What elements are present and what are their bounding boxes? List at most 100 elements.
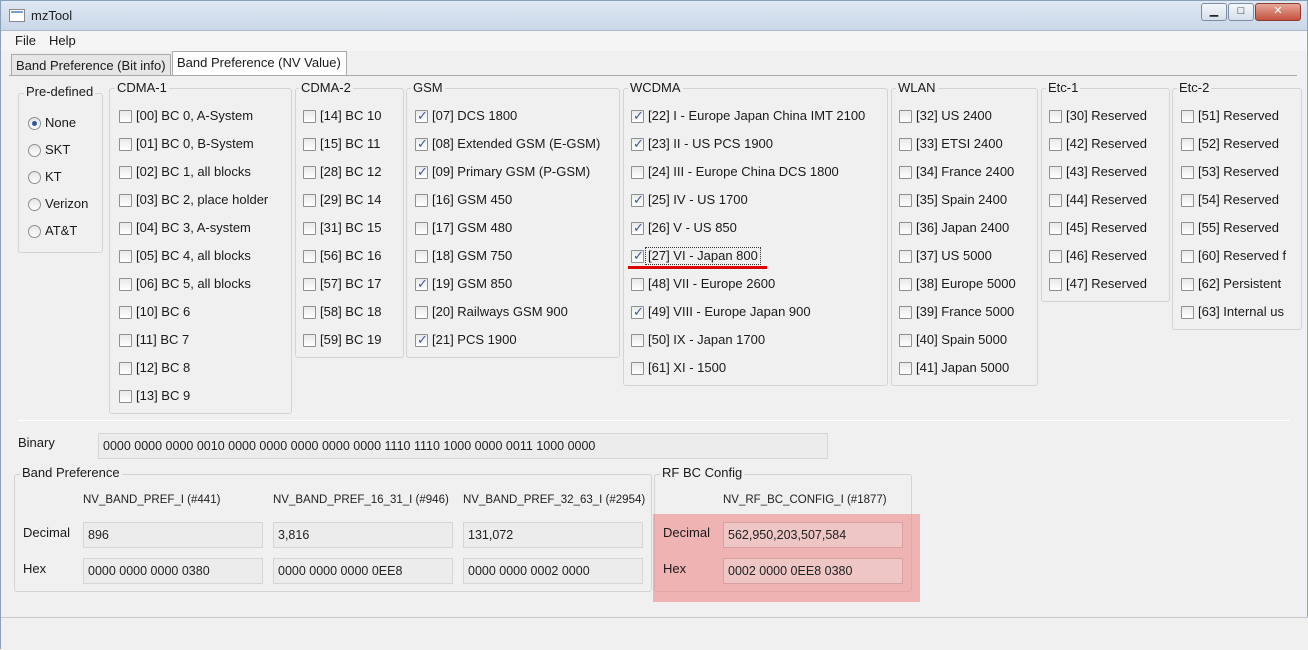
checkbox-label: [53] Reserved: [1198, 164, 1279, 179]
checkbox[interactable]: [1049, 166, 1062, 179]
band-preference-title: Band Preference: [20, 465, 122, 480]
minimize-button[interactable]: ▁: [1201, 3, 1227, 21]
checkbox-label: [22] I - Europe Japan China IMT 2100: [648, 108, 866, 123]
checkbox[interactable]: [899, 166, 912, 179]
checkbox[interactable]: [415, 194, 428, 207]
checkbox-label: [34] France 2400: [916, 164, 1015, 179]
checkbox[interactable]: [631, 108, 644, 124]
checkbox[interactable]: [303, 138, 316, 151]
checkbox[interactable]: [1049, 194, 1062, 207]
checkbox[interactable]: [119, 166, 132, 179]
checkbox[interactable]: [899, 194, 912, 207]
checkbox[interactable]: [415, 306, 428, 319]
checkbox[interactable]: [631, 220, 644, 236]
checkbox[interactable]: [303, 166, 316, 179]
checkbox[interactable]: [1049, 250, 1062, 263]
checkbox[interactable]: [1181, 278, 1194, 291]
menu-help[interactable]: Help: [49, 33, 76, 48]
checkbox[interactable]: [631, 166, 644, 179]
checkbox-label: [09] Primary GSM (P-GSM): [432, 164, 591, 179]
checkbox[interactable]: [899, 222, 912, 235]
checkbox[interactable]: [899, 138, 912, 151]
checkbox[interactable]: [415, 332, 428, 348]
checkbox[interactable]: [1181, 138, 1194, 151]
checkbox-label: [31] BC 15: [320, 220, 382, 235]
radio-button[interactable]: [28, 144, 41, 157]
checkbox[interactable]: [1181, 306, 1194, 319]
checkbox[interactable]: [415, 108, 428, 124]
checkbox[interactable]: [631, 304, 644, 320]
checkbox[interactable]: [1049, 222, 1062, 235]
menu-file[interactable]: File: [15, 33, 36, 48]
radio-button[interactable]: [28, 117, 41, 130]
checkbox[interactable]: [899, 278, 912, 291]
checkbox[interactable]: [119, 306, 132, 319]
checkbox[interactable]: [1181, 166, 1194, 179]
rf-bc-hex-field[interactable]: 0002 0000 0EE8 0380: [723, 558, 903, 584]
checkbox[interactable]: [631, 192, 644, 208]
status-bar: [1, 617, 1308, 650]
checkbox[interactable]: [899, 306, 912, 319]
radio-button[interactable]: [28, 225, 41, 238]
hex-label: Hex: [23, 561, 47, 576]
checkbox[interactable]: [1049, 278, 1062, 291]
checkbox[interactable]: [899, 250, 912, 263]
checkbox[interactable]: [415, 136, 428, 152]
checkbox[interactable]: [303, 250, 316, 263]
checkbox-label: [46] Reserved: [1066, 248, 1147, 263]
checkbox-label: [47] Reserved: [1066, 276, 1147, 291]
checkbox[interactable]: [1049, 138, 1062, 151]
band-pref-32-63-hex-field[interactable]: 0000 0000 0002 0000: [463, 558, 643, 584]
band-pref-16-31-hex-field[interactable]: 0000 0000 0000 0EE8: [273, 558, 453, 584]
band-pref-hex-field[interactable]: 0000 0000 0000 0380: [83, 558, 263, 584]
checkbox[interactable]: [1181, 194, 1194, 207]
radio-label: AT&T: [45, 223, 78, 238]
checkbox[interactable]: [899, 110, 912, 123]
radio-button[interactable]: [28, 171, 41, 184]
checkbox[interactable]: [119, 278, 132, 291]
checkbox[interactable]: [415, 250, 428, 263]
checkbox[interactable]: [119, 110, 132, 123]
checkbox-label: [39] France 5000: [916, 304, 1015, 319]
checkbox-label: [54] Reserved: [1198, 192, 1279, 207]
checkbox[interactable]: [119, 250, 132, 263]
checkbox[interactable]: [1181, 250, 1194, 263]
checkbox[interactable]: [899, 362, 912, 375]
checkbox[interactable]: [119, 194, 132, 207]
radio-button[interactable]: [28, 198, 41, 211]
checkbox[interactable]: [303, 222, 316, 235]
checkbox[interactable]: [119, 362, 132, 375]
checkbox[interactable]: [303, 334, 316, 347]
close-button[interactable]: ✕: [1255, 3, 1301, 21]
band-pref-decimal-field[interactable]: 896: [83, 522, 263, 548]
checkbox[interactable]: [1049, 110, 1062, 123]
checkbox[interactable]: [119, 390, 132, 403]
checkbox[interactable]: [415, 276, 428, 292]
maximize-button[interactable]: □: [1228, 3, 1254, 21]
checkbox[interactable]: [119, 138, 132, 151]
etc2-group: [1172, 88, 1302, 330]
checkbox[interactable]: [303, 110, 316, 123]
checkbox[interactable]: [631, 278, 644, 291]
checkbox[interactable]: [303, 306, 316, 319]
band-pref-32-63-decimal-field[interactable]: 131,072: [463, 522, 643, 548]
tab-bit-info[interactable]: Band Preference (Bit info): [11, 54, 171, 76]
checkbox-label: [13] BC 9: [136, 388, 191, 403]
checkbox[interactable]: [415, 164, 428, 180]
rf-bc-decimal-field[interactable]: 562,950,203,507,584: [723, 522, 903, 548]
tab-nv-value[interactable]: Band Preference (NV Value): [172, 51, 347, 76]
checkbox[interactable]: [899, 334, 912, 347]
checkbox[interactable]: [303, 278, 316, 291]
binary-field[interactable]: 0000 0000 0000 0010 0000 0000 0000 0000 …: [98, 433, 828, 459]
checkbox[interactable]: [1181, 222, 1194, 235]
checkbox[interactable]: [631, 362, 644, 375]
checkbox[interactable]: [1181, 110, 1194, 123]
checkbox[interactable]: [631, 136, 644, 152]
checkbox[interactable]: [631, 248, 644, 264]
checkbox[interactable]: [631, 334, 644, 347]
checkbox[interactable]: [119, 222, 132, 235]
band-pref-16-31-decimal-field[interactable]: 3,816: [273, 522, 453, 548]
checkbox[interactable]: [415, 222, 428, 235]
checkbox[interactable]: [119, 334, 132, 347]
checkbox[interactable]: [303, 194, 316, 207]
